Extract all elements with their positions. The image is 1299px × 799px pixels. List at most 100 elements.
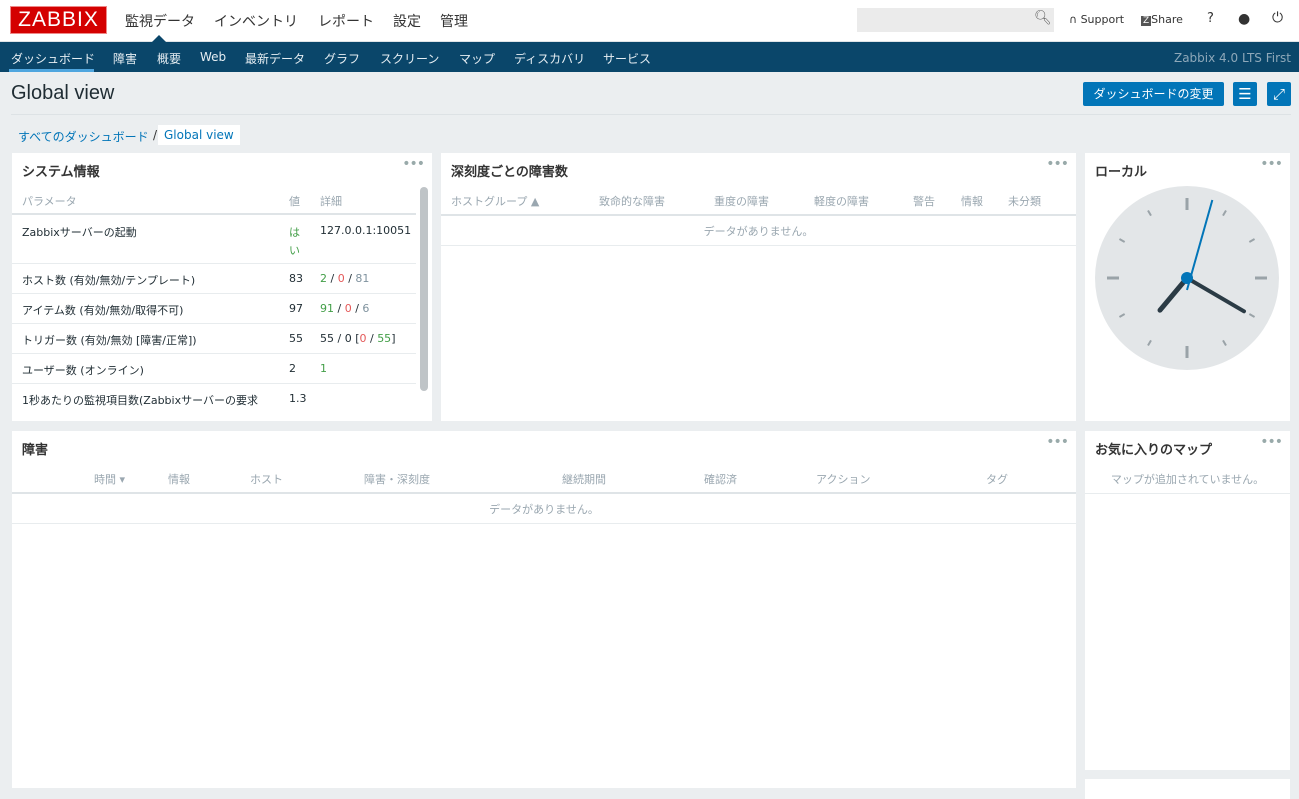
page-title: Global view [11, 82, 115, 104]
widget-system-information: システム情報 ••• パラメータ 値 詳細 Zabbixサーバーの起動 はい 1… [12, 153, 432, 421]
search-icon[interactable]: 🔍︎ [1034, 10, 1052, 26]
bracket: ] [391, 332, 396, 345]
col-parameter: パラメータ [22, 195, 77, 208]
expand-icon: ⤢ [1272, 85, 1285, 103]
share-label: Share [1151, 13, 1183, 26]
col-actions: アクション [816, 473, 871, 486]
col-details: 詳細 [320, 195, 342, 208]
col-info: 情報 [168, 473, 190, 486]
menu-button[interactable]: ☰ [1233, 82, 1257, 106]
widget-problems-by-severity: 深刻度ごとの障害数 ••• ホストグループ ▲ 致命的な障害 重度の障害 軽度の… [441, 153, 1076, 421]
widget-favourite-maps: お気に入りのマップ ••• マップが追加されていません。 [1085, 431, 1290, 770]
sign-out-icon[interactable]: ⏻ [1272, 10, 1283, 26]
enabled-count: 2 [320, 272, 327, 285]
nav-services[interactable]: サービス [603, 50, 651, 67]
breadcrumb-all-dashboards[interactable]: すべてのダッシュボード [18, 128, 149, 145]
widget-title: システム情報 [22, 165, 100, 180]
zabbix-logo[interactable]: ZABBIX [10, 6, 107, 34]
col-information: 情報 [961, 195, 983, 208]
share-z-icon: Z [1141, 16, 1152, 26]
col-ack: 確認済 [704, 473, 737, 486]
template-count: 81 [355, 272, 370, 285]
widget-menu-icon[interactable]: ••• [1046, 434, 1069, 450]
row-value: 83 [289, 272, 303, 285]
widget-menu-icon[interactable]: ••• [1046, 156, 1069, 172]
row-param: ホスト数 (有効/無効/テンプレート) [22, 274, 196, 287]
col-not-classified: 未分類 [1008, 195, 1041, 208]
widget-menu-icon[interactable]: ••• [402, 156, 425, 172]
menu-reports[interactable]: レポート [318, 11, 374, 31]
nav-maps[interactable]: マップ [459, 50, 495, 67]
no-data-message: データがありません。 [703, 225, 814, 238]
row-details: 91 / 0 / 6 [320, 302, 370, 315]
hamburger-icon: ☰ [1238, 85, 1252, 103]
nav-screens[interactable]: スクリーン [380, 50, 439, 67]
support-label: Support [1080, 13, 1125, 26]
row-details: 2 / 0 / 81 [320, 272, 370, 285]
row-param: ユーザー数 (オンライン) [22, 364, 144, 377]
col-duration: 継続期間 [562, 473, 606, 486]
nav-graphs[interactable]: グラフ [324, 50, 360, 67]
breadcrumb-separator: / [153, 128, 158, 142]
widget-title: ローカル [1095, 165, 1148, 180]
row-param: アイテム数 (有効/無効/取得不可) [22, 304, 184, 317]
widget-clock: ローカル ••• [1085, 153, 1290, 421]
widget-title: 障害 [22, 443, 49, 458]
row-value: 55 [289, 332, 303, 345]
analog-clock [1095, 186, 1279, 370]
row-details: 55 / 0 [0 / 55] [320, 332, 396, 345]
nav-overview[interactable]: 概要 [157, 50, 181, 67]
col-host-group[interactable]: ホストグループ ▲ [451, 193, 539, 209]
col-time[interactable]: 時間 ▾ [94, 471, 125, 487]
nav-dashboard[interactable]: ダッシュボード [11, 50, 95, 67]
row-value: 2 [289, 362, 296, 375]
share-link[interactable]: Z Share [1141, 13, 1183, 26]
menu-monitoring[interactable]: 監視データ [125, 11, 195, 31]
breadcrumb-current[interactable]: Global view [158, 125, 240, 145]
edit-dashboard-button[interactable]: ダッシュボードの変更 [1083, 82, 1224, 106]
user-profile-icon[interactable]: ● [1238, 11, 1250, 27]
row-details: 1 [320, 362, 327, 375]
top-header: ZABBIX 監視データ インベントリ レポート 設定 管理 🔍︎ ∩ Supp… [0, 0, 1299, 42]
scrollbar[interactable] [420, 187, 428, 391]
unsupported-count: 6 [362, 302, 370, 315]
sub-navigation: ダッシュボード 障害 概要 Web 最新データ グラフ スクリーン マップ ディ… [0, 42, 1299, 72]
clock-center [1181, 272, 1193, 284]
row-param: 1秒あたりの監視項目数(Zabbixサーバーの要求 [22, 394, 258, 407]
menu-configuration[interactable]: 設定 [393, 11, 421, 31]
col-tags: タグ [986, 473, 1008, 486]
col-problem-severity: 障害・深刻度 [364, 473, 430, 486]
disabled-count: 0 [337, 272, 345, 285]
nav-web[interactable]: Web [200, 50, 226, 64]
menu-administration[interactable]: 管理 [440, 11, 468, 31]
active-tab-indicator [9, 69, 94, 72]
col-warning: 警告 [913, 195, 935, 208]
col-high: 重度の障害 [714, 195, 769, 208]
nav-problems[interactable]: 障害 [113, 50, 137, 67]
widget-menu-icon[interactable]: ••• [1260, 156, 1283, 172]
row-value: はい [289, 226, 300, 257]
divider [11, 114, 1291, 115]
widget-title: 深刻度ごとの障害数 [451, 165, 568, 180]
no-data-message: データがありません。 [489, 503, 599, 516]
headset-icon: ∩ [1069, 13, 1078, 26]
widget-next [1085, 779, 1290, 799]
active-menu-pointer [152, 35, 166, 42]
trigger-totals: 55 / 0 [ [320, 332, 360, 345]
support-link[interactable]: ∩ Support [1069, 13, 1124, 26]
col-host: ホスト [250, 473, 283, 486]
menu-inventory[interactable]: インベントリ [214, 11, 298, 31]
nav-discovery[interactable]: ディスカバリ [514, 50, 585, 67]
search-input[interactable] [857, 8, 1054, 32]
col-disaster: 致命的な障害 [599, 195, 665, 208]
row-param: Zabbixサーバーの起動 [22, 226, 137, 239]
col-value: 値 [289, 195, 300, 208]
fullscreen-button[interactable]: ⤢ [1267, 82, 1291, 106]
disabled-count: 0 [344, 302, 352, 315]
nav-latest-data[interactable]: 最新データ [245, 50, 305, 67]
ok-count: 55 [377, 332, 392, 345]
help-icon[interactable]: ? [1207, 11, 1214, 26]
widget-menu-icon[interactable]: ••• [1260, 434, 1283, 450]
no-maps-message: マップが追加されていません。 [1110, 473, 1265, 486]
widget-title: お気に入りのマップ [1095, 443, 1213, 458]
